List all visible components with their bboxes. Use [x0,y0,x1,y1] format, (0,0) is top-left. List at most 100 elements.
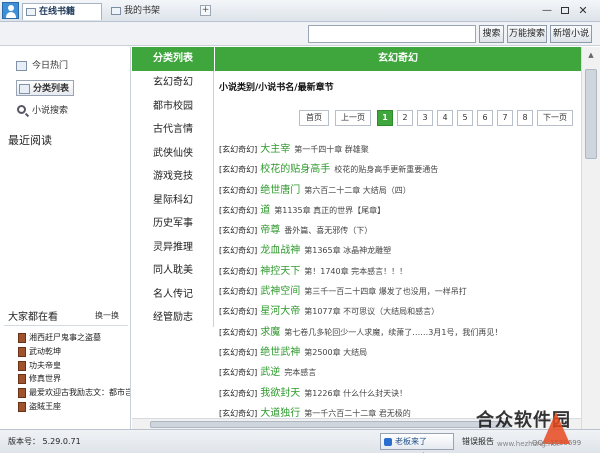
row-title-link[interactable]: 大主宰 [260,144,290,155]
row-title-link[interactable]: 龙血战神 [260,245,300,256]
list-item[interactable]: 修真世界 [18,372,130,386]
divider [4,325,128,326]
page-button-7[interactable]: 7 [497,110,513,126]
row-chapter-link[interactable]: 第一千六百二十二章 君无极的 [304,409,411,418]
left-sidebar: 今日热门 分类列表 小说搜索 最近阅读 大家都在看 换一换 湘西赶尸鬼事之盗墓 … [0,47,131,429]
book-title: 武动乾坤 [29,346,61,356]
row-chapter-link[interactable]: 第1226章 什么什么封天诀！ [304,389,407,398]
row-chapter-link[interactable]: 校花的贴身高手更新重要通告 [334,165,438,174]
list-item: [玄幻奇幻] 星河大帝 第1077章 不可思议（大结局和感言） [219,302,579,322]
error-report-link[interactable]: 错误报告 [462,436,494,447]
row-chapter-link[interactable]: 第1365章 冰晶神龙雕塑 [304,246,391,255]
category-item[interactable]: 经管励志 [132,306,214,330]
row-chapter-link[interactable]: 番外篇、喜无邪传（下） [284,226,372,235]
everyone-watching-title: 大家都在看 [8,312,58,323]
row-category: [玄幻奇幻] [219,307,258,317]
row-chapter-link[interactable]: 第六百二十二章 大结局（四） [304,186,411,195]
vertical-scrollbar[interactable]: ▲ [581,47,600,429]
list-item[interactable]: 功夫帝皇 [18,359,130,373]
book-icon [18,333,26,343]
search-button[interactable]: 搜索 [479,25,504,43]
row-chapter-link[interactable]: 第七卷几多轮回少一人求魔，续萧了……3月1号，我们再见！ [284,328,502,337]
run-icon [384,438,392,446]
row-title-link[interactable]: 求魔 [260,327,280,338]
row-title-link[interactable]: 绝世武神 [260,347,300,358]
page-button-5[interactable]: 5 [457,110,473,126]
list-item: [玄幻奇幻] 武逆 完本感言 [219,363,579,383]
row-chapter-link[interactable]: 第1077章 不可思议（大结局和感言） [304,307,439,316]
list-item: [玄幻奇幻] 帝尊 番外篇、喜无邪传（下） [219,221,579,241]
category-item[interactable]: 玄幻奇幻 [132,71,214,95]
category-panel: 分类列表 玄幻奇幻 都市校园 古代言情 武侠仙侠 游戏竞技 星际科幻 历史军事 … [132,47,214,327]
category-item[interactable]: 同人耽美 [132,259,214,283]
row-title-link[interactable]: 道 [260,205,270,216]
row-category: [玄幻奇幻] [219,165,258,175]
book-title: 湘西赶尸鬼事之盗墓 [29,333,101,342]
category-item[interactable]: 灵异推理 [132,236,214,260]
list-item[interactable]: 湘西赶尸鬼事之盗墓 [18,331,130,345]
category-item[interactable]: 武侠仙侠 [132,142,214,166]
maximize-button[interactable] [558,4,572,17]
page-button-3[interactable]: 3 [417,110,433,126]
shuffle-link[interactable]: 换一换 [95,310,119,321]
category-item[interactable]: 名人传记 [132,283,214,307]
row-chapter-link[interactable]: 第1135章 真正的世界【尾章】 [274,206,385,215]
page-button-6[interactable]: 6 [477,110,493,126]
first-page-button[interactable]: 首页 [299,110,329,126]
category-item[interactable]: 历史军事 [132,212,214,236]
row-category: [玄幻奇幻] [219,368,258,378]
page-button-4[interactable]: 4 [437,110,453,126]
tab-my-bookshelf-label: 我的书架 [124,6,161,16]
search-input[interactable] [308,25,476,43]
row-chapter-link[interactable]: 第三千一百二十四章 爆发了也没用，一样吊打 [304,287,467,296]
row-title-link[interactable]: 帝尊 [260,225,280,236]
sidebar-item-category-list[interactable]: 分类列表 [16,80,75,96]
list-item: [玄幻奇幻] 校花的贴身高手 校花的贴身高手更新重要通告 [219,160,579,180]
minimize-button[interactable]: — [540,4,554,17]
row-title-link[interactable]: 武逆 [260,367,280,378]
tab-my-bookshelf[interactable]: 我的书架 [108,3,188,20]
category-item[interactable]: 游戏竞技 [132,165,214,189]
add-novel-button[interactable]: 新增小说 [550,25,592,43]
page-button-2[interactable]: 2 [397,110,413,126]
row-chapter-link[interactable]: 完本感言 [284,368,316,377]
scroll-up-icon[interactable]: ▲ [584,49,598,61]
list-item[interactable]: 盗賊王座 [18,400,130,414]
tab-online-books[interactable]: 在线书籍 [22,3,102,20]
list-item[interactable]: 最爱欢迎古我励志文：都市岂能安宁 [18,386,130,400]
row-title-link[interactable]: 星河大帝 [260,306,300,317]
row-title-link[interactable]: 武神空间 [260,286,300,297]
scroll-thumb[interactable] [585,69,597,159]
prev-page-button[interactable]: 上一页 [335,110,371,126]
page-button-8[interactable]: 8 [517,110,533,126]
row-category: [玄幻奇幻] [219,388,258,398]
row-title-link[interactable]: 绝世唐门 [260,185,300,196]
bookshelf-icon [111,7,121,15]
sidebar-item-today-hot[interactable]: 今日热门 [16,58,68,74]
next-page-button[interactable]: 下一页 [537,110,573,126]
scroll-thumb[interactable] [150,421,510,428]
list-item: [玄幻奇幻] 道第1135章 真正的世界【尾章】 [219,201,579,221]
universal-search-button[interactable]: 万能搜索 [507,25,547,43]
row-title-link[interactable]: 神控天下 [260,266,300,277]
row-chapter-link[interactable]: 第2500章 大结局 [304,348,367,357]
row-title-link[interactable]: 我欲封天 [260,388,300,399]
category-list: 玄幻奇幻 都市校园 古代言情 武侠仙侠 游戏竞技 星际科幻 历史军事 灵异推理 … [132,71,214,330]
user-avatar-icon[interactable] [2,2,19,19]
row-chapter-link[interactable]: 第！1740章 完本感言！！！ [304,267,407,276]
main-content: 玄幻奇幻 小说类别/小说书名/最新章节 首页 上一页 1 2 3 4 5 6 7… [215,47,581,429]
list-item[interactable]: 武动乾坤 [18,345,130,359]
sidebar-item-novel-search[interactable]: 小说搜索 [16,103,68,119]
page-button-1[interactable]: 1 [377,110,393,126]
boss-key-button[interactable]: 老板来了CTRL+` [380,433,454,453]
add-tab-button[interactable]: + [200,5,211,16]
close-button[interactable]: ✕ [576,4,590,17]
row-category: [玄幻奇幻] [219,246,258,256]
category-item[interactable]: 都市校园 [132,95,214,119]
category-item[interactable]: 古代言情 [132,118,214,142]
tab-online-books-label: 在线书籍 [39,7,76,17]
category-item[interactable]: 星际科幻 [132,189,214,213]
row-title-link[interactable]: 校花的贴身高手 [260,164,330,175]
list-item: [玄幻奇幻] 武神空间 第三千一百二十四章 爆发了也没用，一样吊打 [219,282,579,302]
row-chapter-link[interactable]: 第一千四十章 群雄聚 [294,145,369,154]
